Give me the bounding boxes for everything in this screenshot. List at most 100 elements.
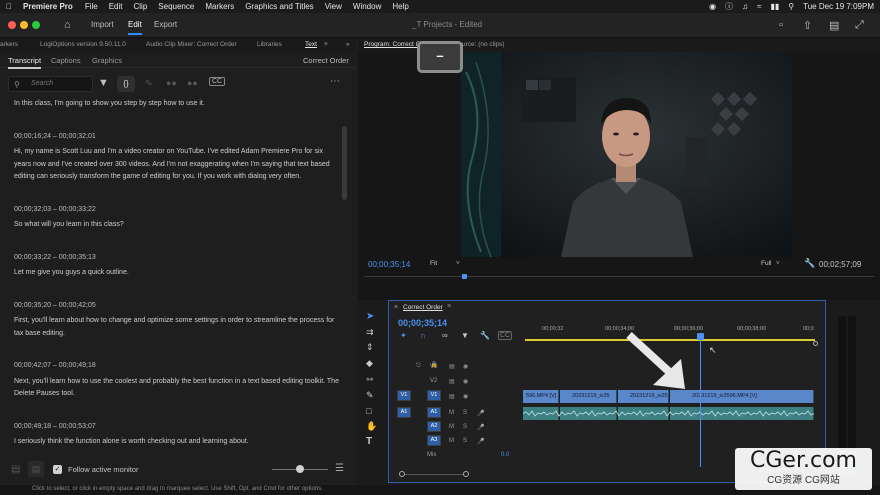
program-video-frame[interactable] xyxy=(461,52,792,257)
edit-pencil-icon[interactable]: ✎ xyxy=(145,78,153,89)
segment-text[interactable]: I seriously think the function alone is … xyxy=(14,436,339,449)
close-window-button[interactable] xyxy=(8,21,16,29)
sync-icon[interactable]: ▤ xyxy=(449,393,455,400)
ripple-edit-icon[interactable]: ⇕ xyxy=(366,342,374,353)
zoom-slider-handle[interactable] xyxy=(296,465,304,473)
eye-icon[interactable]: ◉ xyxy=(463,363,468,370)
tab-graphics[interactable]: Graphics xyxy=(92,56,122,65)
workspace-export[interactable]: Export xyxy=(154,20,177,29)
progress-icon[interactable]: ▤ xyxy=(829,19,839,32)
video-clip[interactable]: 20231219_iv2596.MP4 [V] xyxy=(670,390,814,403)
tab-audio-clip-mixer[interactable]: Audio Clip Mixer: Correct Order xyxy=(146,41,237,48)
menu-edit[interactable]: Edit xyxy=(109,2,123,11)
track-a2-label[interactable]: A2 xyxy=(427,421,441,432)
nest-icon[interactable]: ✦ xyxy=(400,331,407,340)
captions-track-icon[interactable]: CC xyxy=(498,331,513,340)
type-tool-icon[interactable]: T xyxy=(366,436,372,447)
app-name-menu[interactable]: Premiere Pro xyxy=(23,2,73,11)
spotlight-icon[interactable]: ⚲ xyxy=(788,2,794,11)
track-v1-label[interactable]: V1 xyxy=(427,390,441,401)
mic-icon[interactable]: 🎤 xyxy=(477,438,484,445)
minimize-window-button[interactable] xyxy=(20,21,28,29)
panel-menu-icon[interactable]: ≡ xyxy=(324,41,328,48)
captions-icon[interactable]: CC xyxy=(209,77,226,86)
filter-icon[interactable]: ▼ xyxy=(98,77,109,89)
solo-icon[interactable]: S xyxy=(463,438,467,444)
hand-icon[interactable]: ✋ xyxy=(366,421,377,432)
menubar-clock[interactable]: Tue Dec 19 7:09PM xyxy=(803,2,874,11)
record-icon[interactable]: ◉ xyxy=(709,2,716,11)
tab-logioptions[interactable]: LogiOptions version 9.50.11.0 xyxy=(40,41,126,48)
segment-text[interactable]: In this class, I'm going to show you ste… xyxy=(14,98,339,111)
razor-icon[interactable]: ◆ xyxy=(366,358,373,369)
create-captions-icon[interactable]: ▤ xyxy=(28,461,44,477)
tab-text[interactable]: Text xyxy=(305,41,317,48)
solo-icon[interactable]: S xyxy=(463,410,467,416)
maximize-window-button[interactable] xyxy=(32,21,40,29)
transcript-segment[interactable]: 00;00;35;20 – 00;00;42;05 First, you'll … xyxy=(14,300,339,341)
track-a3-label[interactable]: A3 xyxy=(427,435,441,446)
wrench-icon[interactable]: 🔧 xyxy=(804,258,815,269)
segment-text[interactable]: So what will you learn in this class? xyxy=(14,219,339,232)
pen-icon[interactable]: ✎ xyxy=(366,390,374,401)
sync-icon[interactable]: ▤ xyxy=(449,378,455,385)
sync-icon[interactable]: ▤ xyxy=(449,363,455,370)
track-a1-label[interactable]: A1 xyxy=(427,407,441,418)
more-options-icon[interactable]: ⋯ xyxy=(330,76,340,87)
share-icon[interactable]: ⇧ xyxy=(803,19,812,32)
transcript-options-icon[interactable]: {} xyxy=(117,76,135,92)
speakers-icon[interactable]: ●● xyxy=(187,78,198,88)
rectangle-icon[interactable]: □ xyxy=(366,406,371,416)
caption-track-icon[interactable]: ▤ xyxy=(11,464,20,475)
fit-chevron-down-icon[interactable]: ˅ xyxy=(456,260,460,267)
solo-icon[interactable]: S xyxy=(463,424,467,430)
v1-source-patch[interactable]: V1 xyxy=(397,390,411,401)
video-clip[interactable]: 596.MP4 [V] xyxy=(523,390,559,403)
transcript-scrollbar[interactable] xyxy=(342,126,347,200)
close-tab-icon[interactable]: × xyxy=(394,304,398,311)
snap-icon[interactable]: ∩ xyxy=(420,331,426,340)
panel-overflow-icon[interactable]: » xyxy=(346,41,350,48)
timeline-sequence-tab[interactable]: Correct Order xyxy=(403,304,443,311)
transcript-segment[interactable]: In this class, I'm going to show you ste… xyxy=(14,98,339,111)
follow-monitor-checkbox[interactable]: ✓ xyxy=(53,465,62,474)
mic-icon[interactable]: 🎤 xyxy=(477,410,484,417)
timeline-horizontal-scrollbar[interactable] xyxy=(399,471,495,479)
program-timecode[interactable]: 00;00;35;14 xyxy=(368,260,410,269)
menu-view[interactable]: View xyxy=(325,2,342,11)
transcript-segment[interactable]: 00;00;16;24 – 00;00;32;01 Hi, my name is… xyxy=(14,131,339,184)
transcript-segment[interactable]: 00;00;32;03 – 00;00;33;22 So what will y… xyxy=(14,204,339,232)
transcript-segment[interactable]: 00;00;42;07 – 00;00;49;18 Next, you'll l… xyxy=(14,360,339,401)
menu-help[interactable]: Help xyxy=(392,2,408,11)
timeline-menu-icon[interactable]: ≡ xyxy=(447,303,451,310)
selection-tool-icon[interactable]: ➤ xyxy=(366,311,374,322)
mute-icon[interactable]: M xyxy=(449,424,454,430)
slip-icon[interactable]: ⇿ xyxy=(366,374,374,385)
quick-export-icon[interactable]: ▫ xyxy=(779,19,783,31)
menu-window[interactable]: Window xyxy=(353,2,381,11)
linked-icon[interactable]: ∞ xyxy=(442,331,448,340)
track-select-icon[interactable]: ⇉ xyxy=(366,327,374,338)
mute-icon[interactable]: M xyxy=(449,410,454,416)
wifi-icon[interactable]: ≈ xyxy=(757,2,761,11)
settings-sliders-icon[interactable]: ☰ xyxy=(335,463,344,474)
marker-icon[interactable]: ▼ xyxy=(461,331,469,340)
transcript-search-input[interactable]: Search xyxy=(8,76,93,92)
fit-dropdown[interactable]: Fit xyxy=(430,260,437,267)
program-playhead[interactable] xyxy=(462,274,467,279)
fullscreen-icon[interactable]: ⤢ xyxy=(855,19,864,32)
menu-sequence[interactable]: Sequence xyxy=(158,2,194,11)
music-icon[interactable]: ♫ xyxy=(742,2,748,11)
eye-icon[interactable]: ◉ xyxy=(463,393,468,400)
speaker-icon[interactable]: ●● xyxy=(166,78,177,88)
playhead-handle[interactable] xyxy=(697,333,704,340)
menu-file[interactable]: File xyxy=(85,2,98,11)
eye-icon[interactable]: ◉ xyxy=(463,378,468,385)
video-clip[interactable]: 20231219_iv25 xyxy=(618,390,669,403)
mix-value[interactable]: 0.0 xyxy=(501,452,509,458)
menu-graphics-and-titles[interactable]: Graphics and Titles xyxy=(245,2,313,11)
apple-icon[interactable]:  xyxy=(6,2,12,11)
segment-text[interactable]: First, you'll learn about how to change … xyxy=(14,315,339,340)
a1-source-patch[interactable]: A1 xyxy=(397,407,411,418)
program-scrubber[interactable] xyxy=(364,276,874,277)
